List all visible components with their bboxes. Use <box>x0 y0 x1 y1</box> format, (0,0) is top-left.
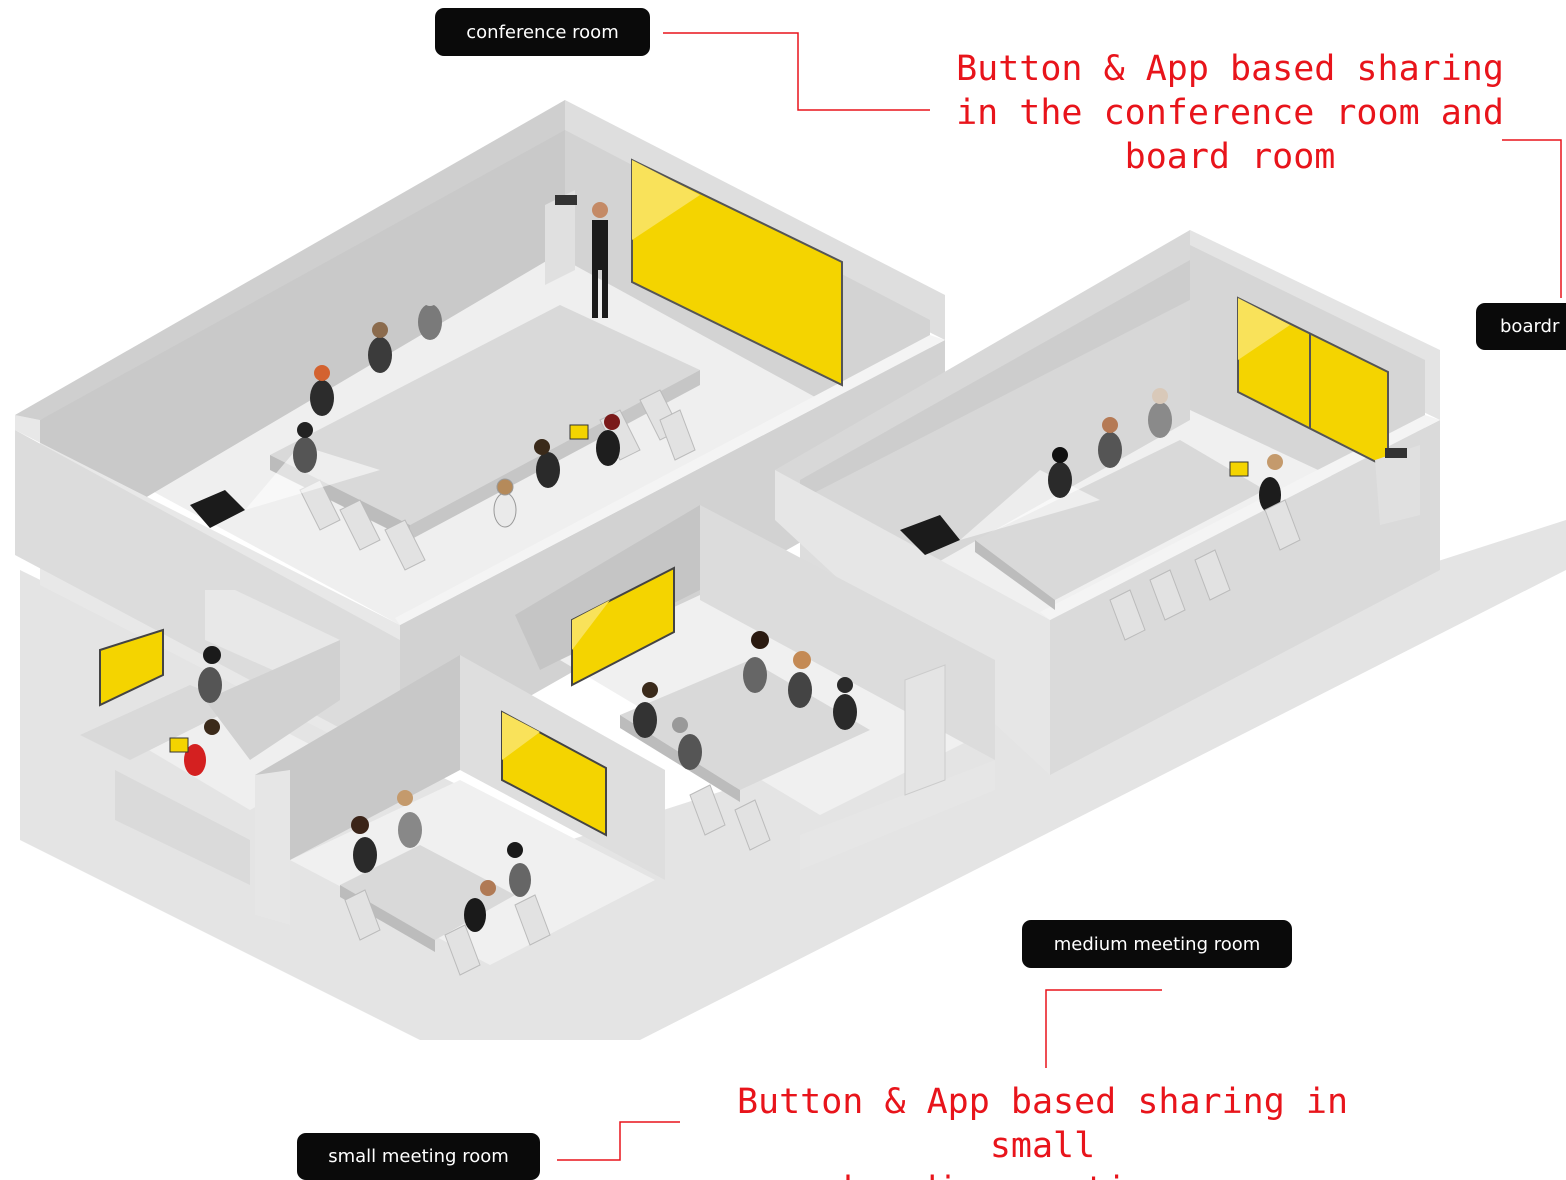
small-room-connector-line <box>557 1121 680 1161</box>
small-room-front-left-wall <box>255 770 290 925</box>
small-meeting-room-label: small meeting room <box>297 1133 540 1180</box>
conference-room-connector-line <box>663 32 930 111</box>
conference-room-label: conference room <box>435 8 650 56</box>
boardroom-label: boardr <box>1476 303 1566 350</box>
bottom-callout-text: Button & App based sharing in small and … <box>736 1082 1349 1180</box>
office-floorplan-diagram: conference room boardr medium meeting ro… <box>0 0 1566 1180</box>
medium-room-connector-line <box>1045 989 1162 1068</box>
medium-meeting-room-label: medium meeting room <box>1022 920 1292 968</box>
top-callout-text: Button & App based sharing in the confer… <box>956 49 1504 177</box>
